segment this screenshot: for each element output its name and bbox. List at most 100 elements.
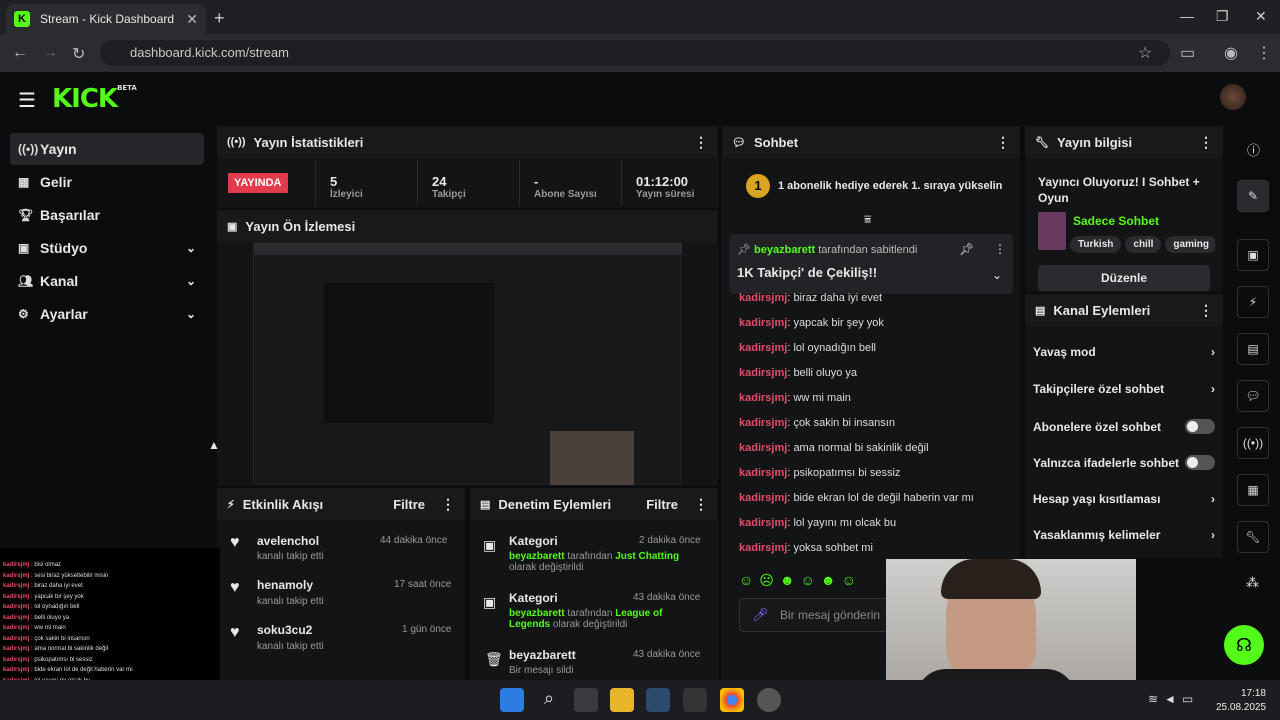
mod-user[interactable]: beyazbarett xyxy=(509,608,565,619)
emote-only-toggle[interactable] xyxy=(1185,455,1215,470)
sidebar-item-studyo[interactable]: ▣ Stüdyo ⌄ xyxy=(10,232,204,264)
epic-games-icon[interactable] xyxy=(683,688,707,712)
preview-icon: ▣ xyxy=(227,220,238,233)
panel-menu-icon[interactable]: ⋮ xyxy=(694,134,708,151)
hamburger-menu-icon[interactable]: ☰ xyxy=(18,88,36,113)
sidebar-item-basarilar[interactable]: 🏆︎ Başarılar xyxy=(10,199,204,231)
panel-menu-icon[interactable]: ⋮ xyxy=(996,134,1010,151)
bookmark-star-icon[interactable]: ☆ xyxy=(1138,43,1152,63)
minimize-icon[interactable]: — xyxy=(1180,8,1194,24)
broadcast-toggle-icon[interactable]: ((•)) xyxy=(1237,427,1269,459)
chat-username[interactable]: kadirsjmj xyxy=(739,292,787,304)
user-avatar[interactable] xyxy=(1220,84,1246,110)
steam-icon[interactable] xyxy=(646,688,670,712)
support-headset-icon[interactable]: ☊ xyxy=(1224,625,1264,665)
preview-toggle-icon[interactable]: ▣ xyxy=(1237,239,1269,271)
feed-user[interactable]: henamoly xyxy=(257,578,313,592)
profile-icon[interactable]: ◉ xyxy=(1224,43,1238,63)
tray-icons[interactable]: ≋◄▭ xyxy=(1148,692,1199,706)
browser-tab[interactable]: K Stream - Kick Dashboard ✕ xyxy=(6,4,206,34)
category-name[interactable]: Sadece Sohbet xyxy=(1073,214,1159,228)
chat-username[interactable]: kadirsjmj xyxy=(739,317,787,329)
kick-logo[interactable]: KICKBETA xyxy=(52,84,137,114)
obs-icon[interactable] xyxy=(757,688,781,712)
chat-message[interactable]: kadirsjmj: lol yayını mı olcak bu xyxy=(739,517,896,529)
microphone-icon[interactable]: 🎤︎ xyxy=(752,607,769,623)
menu-kebab-icon[interactable]: ⋮ xyxy=(1256,43,1272,63)
chat-message[interactable]: kadirsjmj: çok sakin bi insansın xyxy=(739,417,895,429)
chat-message[interactable]: kadirsjmj: biraz daha iyi evet xyxy=(739,292,882,304)
action-followers-only[interactable]: Takipçilere özel sohbet › xyxy=(1033,382,1215,396)
task-view-icon[interactable] xyxy=(574,688,598,712)
chat-banner[interactable]: 1 abonelik hediye ederek 1. sıraya yükse… xyxy=(778,180,1002,192)
layout-toggle-icon[interactable]: ▦ xyxy=(1237,474,1269,506)
cast-icon[interactable]: ▭ xyxy=(1180,43,1195,63)
new-tab-icon[interactable]: + xyxy=(214,8,225,29)
chat-message[interactable]: kadirsjmj: lol oynadığın bell xyxy=(739,342,876,354)
chat-username[interactable]: kadirsjmj xyxy=(739,517,787,529)
filter-button[interactable]: Filtre xyxy=(393,497,425,512)
integrations-icon[interactable]: ⁂ xyxy=(1246,575,1259,591)
sidebar-item-kanal[interactable]: 👥︎ Kanal ⌄ xyxy=(10,265,204,297)
chat-username[interactable]: kadirsjmj xyxy=(739,467,787,479)
pin-user[interactable]: beyazbarett xyxy=(754,244,815,256)
sidebar-item-label: Stüdyo xyxy=(40,240,88,256)
overlay-username: kadirsjmj xyxy=(3,656,30,663)
close-window-icon[interactable]: ✕ xyxy=(1255,8,1267,25)
chat-username[interactable]: kadirsjmj xyxy=(739,392,787,404)
panel-menu-icon[interactable]: ⋮ xyxy=(694,496,708,513)
chat-message[interactable]: kadirsjmj: ww mi main xyxy=(739,392,851,404)
clock[interactable]: 17:18 25.08.2025 xyxy=(1216,687,1266,715)
chrome-icon[interactable] xyxy=(720,688,744,712)
chat-message[interactable]: kadirsjmj: belli oluyo ya xyxy=(739,367,857,379)
sidebar-item-yayin[interactable]: ((•)) Yayın xyxy=(10,133,204,165)
chat-message[interactable]: kadirsjmj: ama normal bi sakinlik değil xyxy=(739,442,929,454)
wrench-toggle-icon[interactable]: 🔧︎ xyxy=(1237,521,1269,553)
back-icon[interactable]: ← xyxy=(12,44,28,62)
panel-menu-icon[interactable]: ⋮ xyxy=(441,496,455,513)
chat-message[interactable]: kadirsjmj: yapcak bir şey yok xyxy=(739,317,884,329)
feed-user[interactable]: soku3cu2 xyxy=(257,623,312,637)
chat-message[interactable]: kadirsjmj: bide ekran lol de değil haber… xyxy=(739,492,974,504)
chat-toggle-icon[interactable]: 💬︎ xyxy=(1237,380,1269,412)
chat-username[interactable]: kadirsjmj xyxy=(739,367,787,379)
scroll-to-bottom-icon[interactable]: ⩸ xyxy=(864,212,871,227)
document-toggle-icon[interactable]: ▤ xyxy=(1237,333,1269,365)
lightning-toggle-icon[interactable]: ⚡︎ xyxy=(1237,286,1269,318)
chat-message[interactable]: kadirsjmj: psikopatımsı bi sessiz xyxy=(739,467,900,479)
action-slow-mode[interactable]: Yavaş mod › xyxy=(1033,345,1215,359)
file-explorer-icon[interactable] xyxy=(610,688,634,712)
unpin-icon[interactable]: 📌︎ xyxy=(959,242,974,256)
maximize-icon[interactable]: ❐ xyxy=(1216,8,1229,25)
edit-button[interactable]: Düzenle xyxy=(1038,265,1210,291)
chevron-down-icon[interactable]: ⌄ xyxy=(992,268,1002,282)
chat-username[interactable]: kadirsjmj xyxy=(739,492,787,504)
chat-username[interactable]: kadirsjmj xyxy=(739,442,787,454)
sidebar-item-gelir[interactable]: ▦ Gelir xyxy=(10,166,204,198)
close-tab-icon[interactable]: ✕ xyxy=(186,11,198,28)
action-banned-words[interactable]: Yasaklanmış kelimeler › xyxy=(1033,528,1215,542)
panel-menu-icon[interactable]: ⋮ xyxy=(1199,302,1213,319)
chat-username[interactable]: kadirsjmj xyxy=(739,342,787,354)
edit-pen-icon[interactable]: ✎ xyxy=(1237,180,1269,212)
chat-username[interactable]: kadirsjmj xyxy=(739,542,787,554)
feed-user[interactable]: avelenchol xyxy=(257,534,319,548)
url-input[interactable]: dashboard.kick.com/stream xyxy=(100,40,1170,66)
windows-start-icon[interactable] xyxy=(500,688,524,712)
panel-menu-icon[interactable]: ⋮ xyxy=(1199,134,1213,151)
emote-bar[interactable]: ☺☹☻☺☻☺ xyxy=(739,572,862,589)
chat-username[interactable]: kadirsjmj xyxy=(739,417,787,429)
forward-icon[interactable]: → xyxy=(42,44,58,62)
action-account-age[interactable]: Hesap yaşı kısıtlaması › xyxy=(1033,492,1215,506)
filter-button[interactable]: Filtre xyxy=(646,497,678,512)
subs-only-toggle[interactable] xyxy=(1185,419,1215,434)
mod-title[interactable]: beyazbarett xyxy=(509,648,576,662)
pin-menu-icon[interactable]: ⋮ xyxy=(994,242,1006,256)
reload-icon[interactable]: ↻ xyxy=(72,44,85,64)
search-icon[interactable]: ⌕ xyxy=(537,688,561,712)
mod-user[interactable]: beyazbarett xyxy=(509,551,565,562)
chat-message[interactable]: kadirsjmj: yoksa sohbet mi xyxy=(739,542,873,554)
info-icon[interactable]: ⓘ xyxy=(1247,140,1260,159)
sidebar-item-ayarlar[interactable]: ⚙ Ayarlar ⌄ xyxy=(10,298,204,330)
stream-preview-video[interactable] xyxy=(253,242,682,485)
